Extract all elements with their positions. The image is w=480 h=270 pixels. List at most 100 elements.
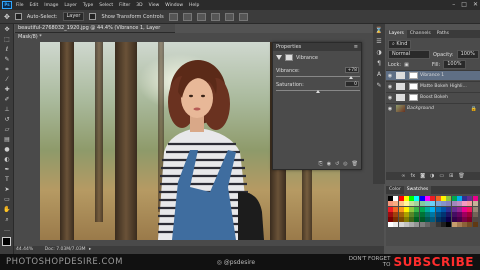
- swatch[interactable]: [446, 196, 452, 201]
- swatch[interactable]: [414, 217, 420, 223]
- swatch[interactable]: [398, 211, 404, 217]
- menu-3d[interactable]: 3D: [136, 3, 142, 8]
- more-tools-icon[interactable]: …: [1, 225, 13, 234]
- swatch[interactable]: [419, 222, 425, 228]
- swatch[interactable]: [403, 211, 409, 217]
- swatch[interactable]: [425, 211, 431, 217]
- saturation-slider-thumb[interactable]: [316, 90, 320, 93]
- clip-to-layer-icon[interactable]: ⎘: [319, 161, 323, 167]
- swatch[interactable]: [419, 217, 425, 223]
- swatch[interactable]: [462, 196, 468, 201]
- visibility-icon[interactable]: ◎: [343, 161, 347, 167]
- swatch[interactable]: [388, 222, 393, 228]
- brushes-icon[interactable]: ✎: [374, 81, 384, 90]
- swatch[interactable]: [425, 222, 431, 228]
- swatch[interactable]: [398, 201, 404, 207]
- swatch[interactable]: [462, 206, 468, 212]
- new-layer-icon[interactable]: ⊞: [449, 172, 453, 180]
- properties-icon[interactable]: ☰: [374, 37, 384, 46]
- swatch[interactable]: [446, 217, 452, 223]
- crop-icon[interactable]: ⌗: [1, 65, 13, 74]
- swatch[interactable]: [403, 201, 409, 207]
- path-select-icon[interactable]: ➤: [1, 185, 13, 194]
- panel-menu-icon[interactable]: ≡: [354, 43, 358, 51]
- swatch[interactable]: [462, 222, 468, 228]
- kind-filter-dropdown[interactable]: ⌕ Kind: [388, 40, 412, 49]
- menu-image[interactable]: Image: [44, 3, 58, 8]
- maximize-icon[interactable]: □: [461, 1, 467, 9]
- eyedropper-icon[interactable]: ⁄: [1, 75, 13, 84]
- swatch[interactable]: [430, 217, 436, 223]
- minimize-icon[interactable]: –: [452, 1, 455, 9]
- layer-name[interactable]: Vibrance 1: [420, 73, 444, 78]
- swatch[interactable]: [435, 211, 441, 217]
- swatch[interactable]: [414, 201, 420, 207]
- swatch[interactable]: [430, 211, 436, 217]
- swatch[interactable]: [403, 222, 409, 228]
- align-middle-button[interactable]: [182, 12, 192, 21]
- reset-icon[interactable]: ↺: [335, 161, 339, 167]
- vibrance-slider-track[interactable]: [276, 76, 360, 77]
- swatch[interactable]: [388, 196, 393, 201]
- swatch[interactable]: [393, 217, 399, 223]
- swatch[interactable]: [440, 222, 446, 228]
- fill-input[interactable]: 100%: [443, 60, 466, 69]
- swatch[interactable]: [419, 206, 425, 212]
- swatch[interactable]: [451, 206, 457, 212]
- swatch[interactable]: [451, 196, 457, 201]
- menu-view[interactable]: View: [149, 3, 160, 8]
- swatch[interactable]: [446, 206, 452, 212]
- brush-icon[interactable]: ✐: [1, 95, 13, 104]
- align-right-button[interactable]: [238, 12, 248, 21]
- swatch[interactable]: [409, 206, 415, 212]
- swatch[interactable]: [451, 217, 457, 223]
- swatch[interactable]: [462, 201, 468, 207]
- auto-select-dropdown[interactable]: Layer: [62, 12, 85, 21]
- swatch[interactable]: [393, 222, 399, 228]
- swatch[interactable]: [430, 206, 436, 212]
- menu-type[interactable]: Type: [83, 3, 93, 8]
- swatch[interactable]: [467, 211, 473, 217]
- swatch[interactable]: [435, 217, 441, 223]
- adjustments-icon[interactable]: ◑: [374, 48, 384, 57]
- swatch[interactable]: [398, 196, 404, 201]
- fx-icon[interactable]: fx: [410, 172, 415, 180]
- type-icon[interactable]: T: [1, 175, 13, 184]
- tab-paths[interactable]: Paths: [434, 30, 452, 38]
- swatch[interactable]: [472, 206, 478, 212]
- swatch[interactable]: [451, 211, 457, 217]
- tab-swatches[interactable]: Swatches: [403, 186, 432, 194]
- layer-row[interactable]: ◉ Background 🔒: [386, 103, 480, 113]
- zoom-level[interactable]: 44.44%: [16, 247, 33, 252]
- move-tool-icon[interactable]: ✥: [4, 13, 10, 21]
- mask-icon[interactable]: [285, 54, 293, 61]
- swatch[interactable]: [419, 196, 425, 201]
- swatch[interactable]: [467, 196, 473, 201]
- vibrance-value[interactable]: +78: [345, 67, 359, 73]
- menu-window[interactable]: Window: [165, 3, 183, 8]
- hand-icon[interactable]: ✋: [1, 205, 13, 214]
- swatch[interactable]: [456, 217, 462, 223]
- swatch[interactable]: [419, 211, 425, 217]
- stamp-icon[interactable]: ⊥: [1, 105, 13, 114]
- swatch[interactable]: [393, 211, 399, 217]
- layer-name[interactable]: Matte Bokeh Highli...: [420, 84, 467, 89]
- close-icon[interactable]: ✕: [473, 1, 478, 9]
- layer-name[interactable]: Boost Bokeh: [420, 95, 448, 100]
- swatch[interactable]: [467, 201, 473, 207]
- move-icon[interactable]: ✥: [1, 25, 13, 34]
- link-icon[interactable]: ∞: [401, 172, 405, 180]
- eye-icon[interactable]: ◉: [386, 95, 394, 101]
- healing-icon[interactable]: ✚: [1, 85, 13, 94]
- trash-icon[interactable]: 🗑: [458, 172, 464, 180]
- gradient-icon[interactable]: ▤: [1, 135, 13, 144]
- swatch[interactable]: [409, 201, 415, 207]
- swatch[interactable]: [440, 217, 446, 223]
- marquee-icon[interactable]: ⬚: [1, 35, 13, 44]
- swatch[interactable]: [398, 206, 404, 212]
- tab-color[interactable]: Color: [386, 186, 404, 194]
- swatch[interactable]: [467, 217, 473, 223]
- swatch[interactable]: [393, 196, 399, 201]
- view-previous-icon[interactable]: ◉: [327, 161, 331, 167]
- character-icon[interactable]: A: [374, 70, 384, 79]
